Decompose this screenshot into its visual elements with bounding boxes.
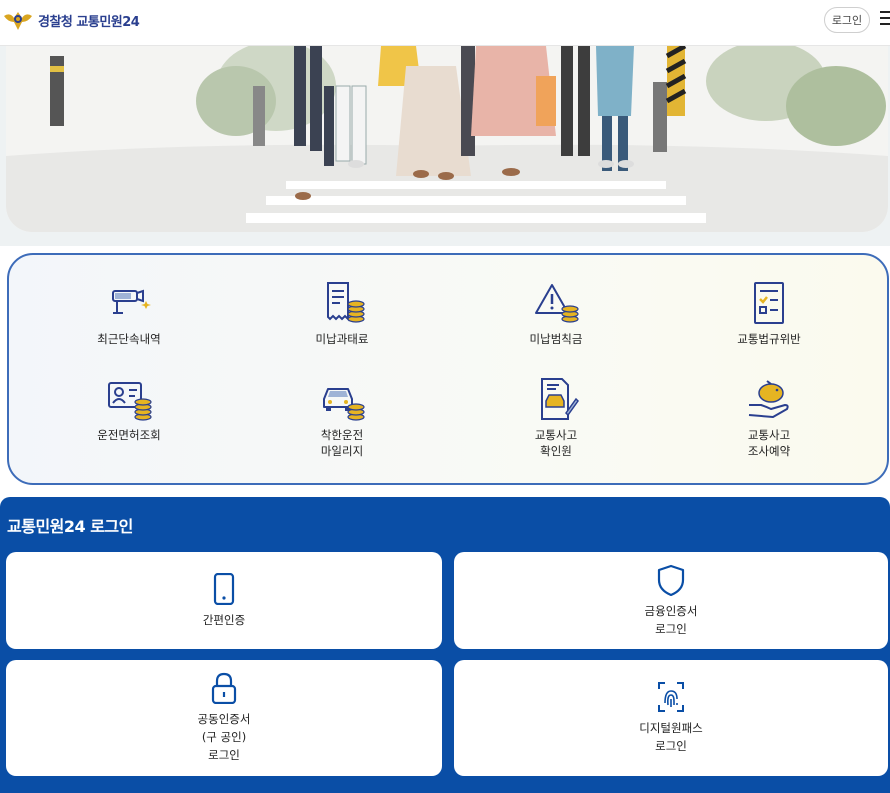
unpaid-fine-icon [327,282,365,323]
login-option-label: 금융인증서 로그인 [644,603,698,636]
shield-icon [657,564,685,596]
service-item-unpaid-penalty[interactable]: 미납범칙금 [476,279,636,347]
login-option-joint-cert[interactable]: 공동인증서 (구 공인) 로그인 [6,660,442,776]
lock-icon [211,672,237,704]
logo-service: 교통민원24 [76,14,140,30]
police-emblem-icon [4,12,32,30]
service-label: 교통법규위반 [737,332,801,346]
traffic-law-doc-icon [754,282,784,324]
hero-section [0,46,890,246]
login-section: 교통민원24 로그인 간편인증 금융인증서 로그인 공동인증서 (구 공인) 로… [0,497,890,793]
warning-coins-icon [535,284,579,323]
hamburger-menu-icon[interactable] [880,11,890,27]
service-item-recent-enforcement[interactable]: 최근단속내역 [49,279,209,347]
service-item-accident-certificate[interactable]: 교통사고 확인원 [476,375,636,459]
hero-illustration [6,46,888,232]
piggy-bank-icon [748,380,789,418]
logo-agency: 경찰청 [38,14,73,30]
service-label: 교통사고 확인원 [534,428,578,458]
car-coins-icon [323,388,365,421]
service-item-unpaid-fine[interactable]: 미납과태료 [262,279,422,347]
service-label: 최근단속내역 [97,332,161,346]
login-option-digital-onepass[interactable]: 디지털원패스 로그인 [454,660,888,776]
phone-icon [213,572,235,605]
service-label: 미납과태료 [315,332,369,346]
service-item-good-driving-mileage[interactable]: 착한운전 마일리지 [262,375,422,459]
login-option-financial-cert[interactable]: 금융인증서 로그인 [454,552,888,649]
service-item-license-inquiry[interactable]: 운전면허조회 [49,375,209,443]
login-option-simple-auth[interactable]: 간편인증 [6,552,442,649]
service-item-accident-investigation-reservation[interactable]: 교통사고 조사예약 [689,375,849,459]
site-header: 경찰청 교통민원24 로그인 [0,0,890,46]
service-item-traffic-violation[interactable]: 교통법규위반 [689,279,849,347]
login-option-label: 간편인증 [202,612,246,627]
license-card-icon [108,382,152,421]
service-label: 미납범칙금 [529,332,583,346]
header-login-button[interactable]: 로그인 [824,7,870,33]
logo-text: 경찰청 교통민원24 [38,11,140,30]
accident-doc-icon [541,378,579,420]
site-logo[interactable]: 경찰청 교통민원24 [2,8,140,32]
service-label: 운전면허조회 [97,428,161,442]
login-section-title: 교통민원24 로그인 [7,517,133,536]
login-option-label: 공동인증서 (구 공인) 로그인 [197,712,251,762]
service-label: 착한운전 마일리지 [320,428,364,458]
fingerprint-icon [658,682,684,712]
login-option-label: 디지털원패스 로그인 [639,721,703,753]
service-menu-panel: 최근단속내역 미납과태료 미납범칙금 교통법규위반 운전면허조회 착한운전 마일… [7,253,889,485]
service-label: 교통사고 조사예약 [747,428,791,458]
camera-icon [112,289,151,314]
crosswalk-illustration [6,46,888,232]
